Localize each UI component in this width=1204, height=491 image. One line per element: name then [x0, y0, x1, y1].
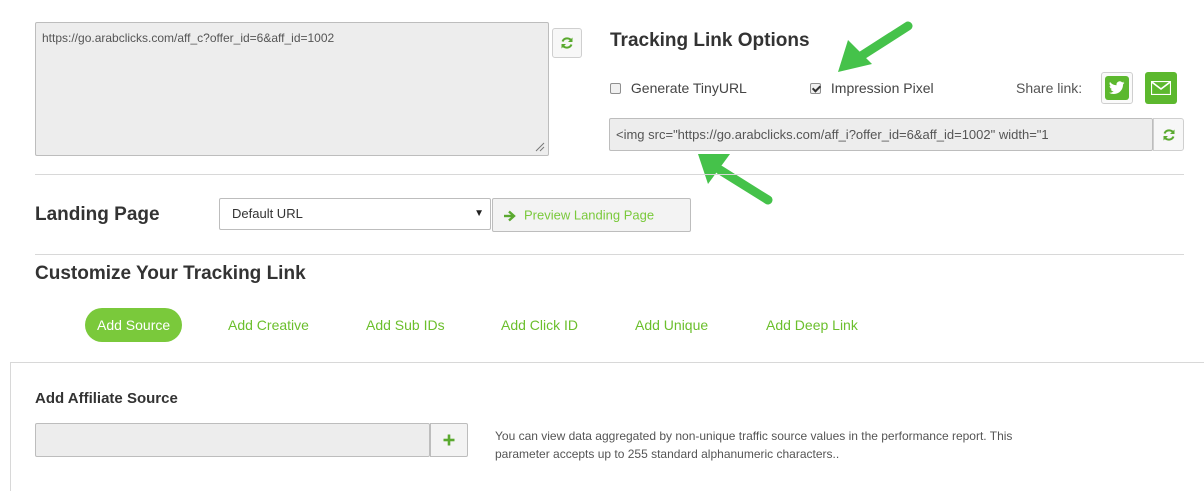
divider: [10, 362, 1204, 363]
affiliate-source-title: Add Affiliate Source: [35, 390, 178, 407]
tab-add-sub-ids[interactable]: Add Sub IDs: [366, 308, 445, 342]
chevron-down-icon: ▼: [474, 208, 484, 219]
divider: [35, 254, 1184, 255]
affiliate-help-line-2: parameter accepts up to 255 standard alp…: [495, 447, 840, 461]
customize-title: Customize Your Tracking Link: [35, 263, 306, 284]
generate-tinyurl-option[interactable]: Generate TinyURL: [610, 79, 747, 96]
refresh-icon: [561, 37, 573, 49]
pixel-code-value: <img src="https://go.arabclicks.com/aff_…: [616, 127, 1049, 142]
email-icon: [1151, 81, 1171, 95]
preview-landing-page-button[interactable]: Preview Landing Page: [492, 198, 691, 232]
plus-icon: [443, 434, 455, 446]
landing-page-selected: Default URL: [232, 206, 303, 221]
tab-add-creative[interactable]: Add Creative: [228, 308, 309, 342]
tab-add-deep-link[interactable]: Add Deep Link: [766, 308, 858, 342]
tracking-link-textarea[interactable]: https://go.arabclicks.com/aff_c?offer_id…: [35, 22, 549, 156]
generate-tinyurl-checkbox[interactable]: [610, 82, 621, 94]
generate-tinyurl-label: Generate TinyURL: [630, 80, 747, 97]
landing-page-label: Landing Page: [35, 204, 160, 225]
impression-pixel-option[interactable]: Impression Pixel: [810, 79, 934, 96]
resize-handle-icon[interactable]: [535, 142, 545, 152]
refresh-pixel-button[interactable]: [1153, 118, 1184, 151]
tracking-link-value: https://go.arabclicks.com/aff_c?offer_id…: [42, 31, 335, 45]
tab-add-unique[interactable]: Add Unique: [635, 308, 708, 342]
share-twitter-button[interactable]: [1101, 72, 1133, 104]
share-link-label: Share link:: [1016, 80, 1083, 96]
panel-border: [10, 362, 11, 491]
affiliate-source-input[interactable]: [35, 423, 430, 457]
preview-landing-page-label: Preview Landing Page: [524, 207, 655, 223]
add-affiliate-source-button[interactable]: [430, 423, 468, 457]
tab-add-click-id[interactable]: Add Click ID: [501, 308, 578, 342]
twitter-icon: [1109, 81, 1125, 95]
arrow-right-icon: [504, 210, 516, 221]
refresh-link-button[interactable]: [552, 28, 582, 58]
tab-add-source[interactable]: Add Source: [85, 308, 183, 342]
impression-pixel-checkbox[interactable]: [810, 82, 821, 94]
landing-page-select[interactable]: Default URL ▼: [219, 198, 491, 230]
annotation-arrow-icon: [698, 154, 773, 205]
divider: [35, 174, 1184, 175]
affiliate-source-help: You can view data aggregated by non-uniq…: [495, 427, 1012, 463]
annotation-arrow-icon: [838, 21, 913, 72]
impression-pixel-label: Impression Pixel: [830, 80, 934, 97]
refresh-icon: [1163, 128, 1174, 141]
affiliate-help-line-1: You can view data aggregated by non-uniq…: [495, 429, 1013, 443]
impression-pixel-code-field[interactable]: <img src="https://go.arabclicks.com/aff_…: [609, 118, 1153, 151]
share-email-button[interactable]: [1145, 72, 1177, 104]
tracking-options-title: Tracking Link Options: [610, 30, 810, 51]
